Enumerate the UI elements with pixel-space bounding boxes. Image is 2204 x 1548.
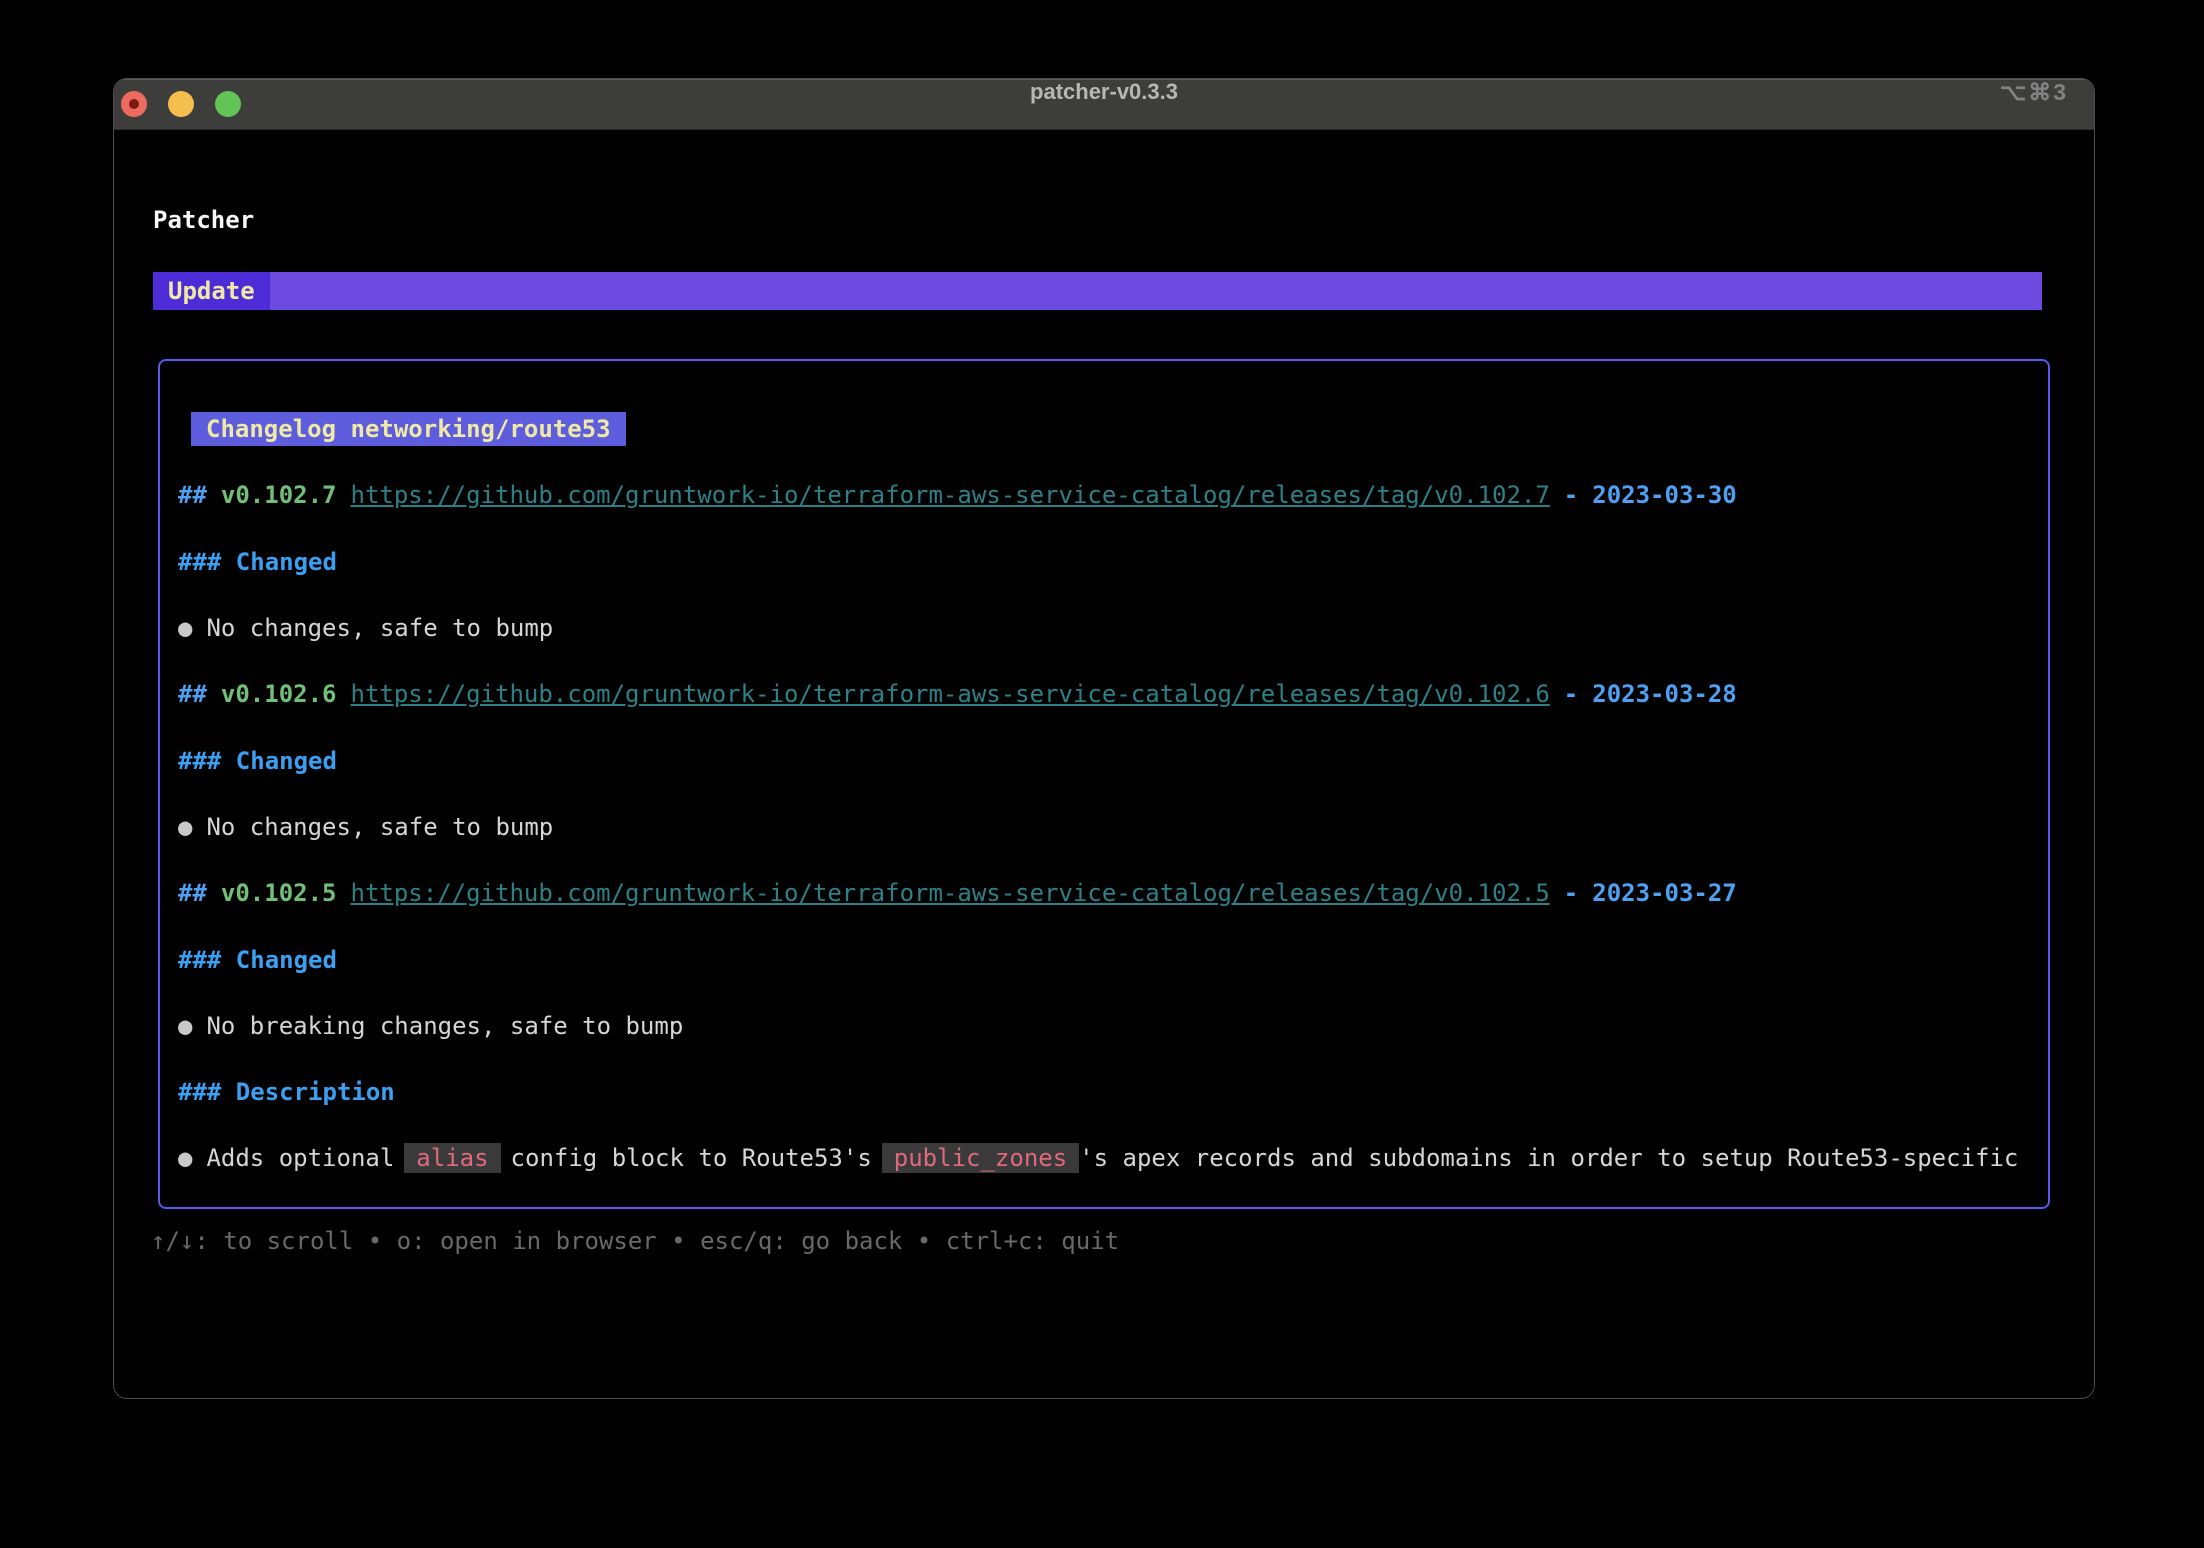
bullet-text: Adds optional <box>206 1144 394 1172</box>
bullet-icon: ● <box>178 1012 192 1040</box>
release-date: 2023-03-30 <box>1592 481 1737 509</box>
bullet-row: ● No changes, safe to bump <box>178 794 2048 860</box>
section-heading: ### Changed <box>178 946 337 974</box>
page-title: Patcher <box>153 206 254 234</box>
zoom-button[interactable] <box>215 91 241 117</box>
date-separator: - <box>1564 879 1578 907</box>
release-version: v0.102.6 <box>221 680 337 708</box>
minimize-button[interactable] <box>168 91 194 117</box>
date-separator: - <box>1564 481 1578 509</box>
release-link[interactable]: https://github.com/gruntwork-io/terrafor… <box>351 879 1550 907</box>
bullet-text: config block to Route53's <box>511 1144 872 1172</box>
section-heading-row: ### Changed <box>178 727 2048 793</box>
release-heading-row: ## v0.102.7 https://github.com/gruntwork-i… <box>178 462 2048 528</box>
h2-marker: ## <box>178 481 207 509</box>
close-button[interactable] <box>121 91 147 117</box>
window-title: patcher-v0.3.3 <box>114 79 2094 105</box>
h2-marker: ## <box>178 680 207 708</box>
release-link[interactable]: https://github.com/gruntwork-io/terrafor… <box>351 481 1550 509</box>
bullet-icon: ● <box>178 1144 192 1172</box>
app-window: patcher-v0.3.3 ⌥⌘3 Patcher Update Change… <box>113 78 2095 1399</box>
window-titlebar: patcher-v0.3.3 ⌥⌘3 <box>114 79 2094 130</box>
release-link[interactable]: https://github.com/gruntwork-io/terrafor… <box>351 680 1550 708</box>
h2-marker: ## <box>178 879 207 907</box>
section-heading: ### Description <box>178 1078 395 1106</box>
release-date: 2023-03-28 <box>1592 680 1737 708</box>
bullet-row: ● No changes, safe to bump <box>178 595 2048 661</box>
bullet-text: No changes, safe to bump <box>206 813 553 841</box>
bullet-row: ● No breaking changes, safe to bump <box>178 993 2048 1059</box>
traffic-lights <box>121 91 241 117</box>
bullet-text: No changes, safe to bump <box>206 614 553 642</box>
section-heading-row: ### Description <box>178 1059 2048 1125</box>
release-version: v0.102.7 <box>221 481 337 509</box>
section-heading-row: ### Changed <box>178 926 2048 992</box>
bullet-icon: ● <box>178 614 192 642</box>
changelog-header-row: Changelog networking/route53 <box>178 396 2048 462</box>
inline-code-public-zones: public_zones <box>882 1143 1079 1173</box>
release-heading-row: ## v0.102.6 https://github.com/gruntwork-i… <box>178 661 2048 727</box>
desktop-background: patcher-v0.3.3 ⌥⌘3 Patcher Update Change… <box>0 0 2204 1548</box>
help-bar: ↑/↓: to scroll • o: open in browser • es… <box>151 1227 1119 1255</box>
tab-bar: Update <box>153 272 2042 310</box>
bullet-row-with-code: ● Adds optional alias config block to Route… <box>178 1125 2048 1191</box>
inline-code-alias: alias <box>404 1143 500 1173</box>
bullet-text: No breaking changes, safe to bump <box>206 1012 683 1040</box>
release-version: v0.102.5 <box>221 879 337 907</box>
section-heading-row: ### Changed <box>178 529 2048 595</box>
bullet-icon: ● <box>178 813 192 841</box>
bullet-text: 's apex records and subdomains in order … <box>1079 1144 2018 1172</box>
section-heading: ### Changed <box>178 747 337 775</box>
tab-update[interactable]: Update <box>153 272 270 310</box>
changelog-badge: Changelog networking/route53 <box>191 412 626 446</box>
window-shortcut-badge: ⌥⌘3 <box>2000 79 2068 106</box>
release-date: 2023-03-27 <box>1592 879 1737 907</box>
date-separator: - <box>1564 680 1578 708</box>
release-heading-row: ## v0.102.5 https://github.com/gruntwork-i… <box>178 860 2048 926</box>
terminal-content: Patcher Update Changelog networking/rout… <box>114 129 2094 1398</box>
changelog-viewport[interactable]: Changelog networking/route53 ## v0.102.7 h… <box>158 359 2050 1209</box>
section-heading: ### Changed <box>178 548 337 576</box>
